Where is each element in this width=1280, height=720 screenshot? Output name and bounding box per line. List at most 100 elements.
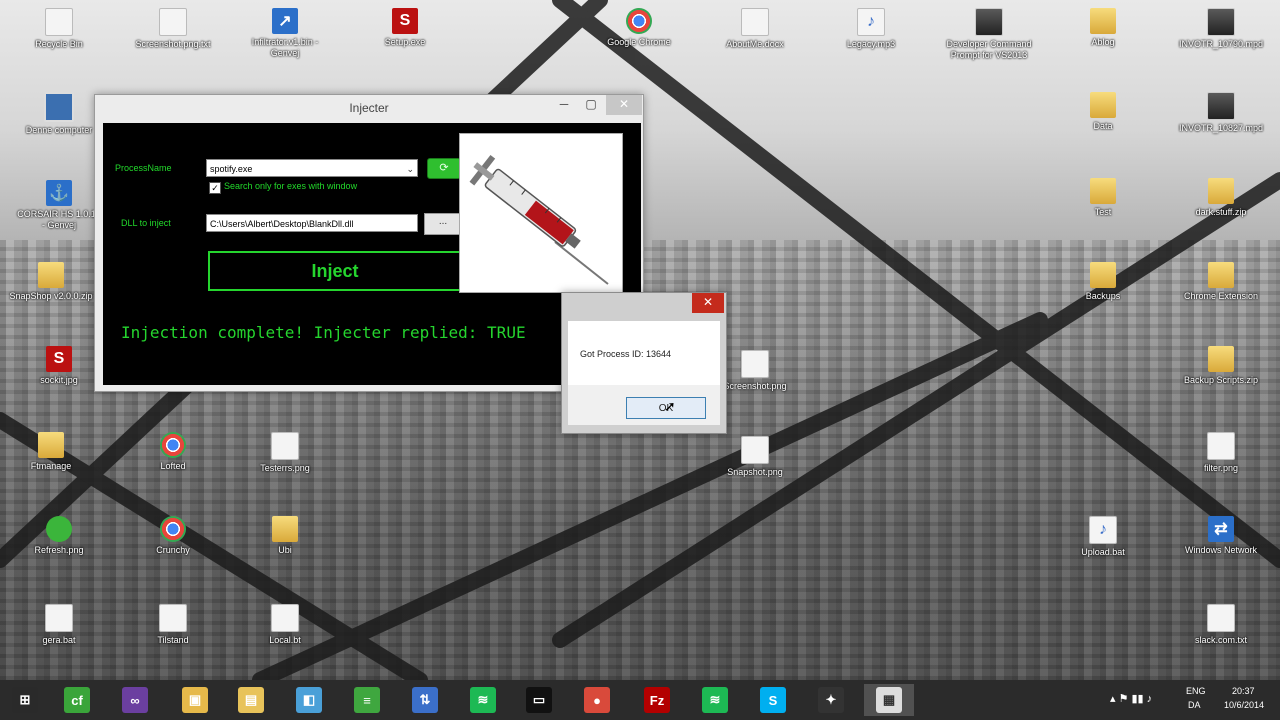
desktop-icon[interactable]: ♪ Upload.bat [1060,516,1146,558]
taskbar-game[interactable]: ✦ [806,684,856,716]
desktop-icon-label: gera.bat [42,635,76,645]
taskbar-cf[interactable]: cf [52,684,102,716]
taskbar-notepad[interactable]: ≡ [342,684,392,716]
taskbar-skype[interactable]: S [748,684,798,716]
desktop-icon-label: INVOTR_10790.mpd [1178,39,1264,49]
desktop-icon[interactable]: Refresh.png [16,516,102,556]
desktop-icon-label: slack.com.txt [1194,635,1247,645]
desktop-icon[interactable]: ↗ Infiltrator.v1.bin - Genvej [242,8,328,59]
desktop-icon[interactable]: Ssockit.jpg [16,346,102,386]
desktop-icon[interactable]: Backup Scripts.zip [1178,346,1264,386]
browse-button[interactable]: ... [424,213,462,235]
desktop-icon[interactable]: ⇄ Windows Network [1178,516,1264,556]
chrome-icon [160,516,186,542]
refresh-process-button[interactable]: ⟳ [427,158,461,179]
taskbar-photo[interactable]: ▣ [170,684,220,716]
desktop-icon-label: Testerrs.png [260,463,310,473]
desktop-icon[interactable]: Ubi [242,516,328,556]
desktop-icon[interactable]: Testerrs.png [242,432,328,474]
desktop-icon[interactable]: SnapShop v2.0.0.zip [8,262,94,302]
desktop-icon[interactable]: INVOTR_10827.mpd [1178,92,1264,134]
tray-time[interactable]: 20:37 [1232,686,1255,696]
desktop-icon[interactable]: Data [1060,92,1146,132]
image-icon [45,604,73,632]
video-icon [1207,8,1235,36]
desktop-icon[interactable]: Tilstand [130,604,216,646]
desktop-icon[interactable]: Screenshot.png.txt [130,8,216,50]
desktop-icon[interactable]: Ftmanage [8,432,94,472]
taskbar-console[interactable]: ▭ [514,684,564,716]
desktop-icon[interactable]: Chrome Extension [1178,262,1264,302]
desktop-icon[interactable]: Recycle Bin [16,8,102,50]
desktop-icon[interactable]: Ablog [1060,8,1146,48]
desktop-icon-label: Windows Network [1184,545,1258,555]
desktop-icon-label: Crunchy [156,545,190,555]
network-tray-icon[interactable]: ▴ ⚑ ▮▮ ♪ [1110,693,1152,705]
desktop-icon-label: Tilstand [157,635,189,645]
desktop-icon-label: dark.stuff.zip [1195,207,1247,217]
injecter-titlebar[interactable]: Injecter ─ ▢ ✕ [95,95,643,121]
desktop-icon[interactable]: Snapshot.png [712,436,798,478]
taskbar-spotify-2[interactable]: ≋ [690,684,740,716]
taskbar-network-icon: ⇅ [412,687,438,713]
dll-path-input[interactable]: C:\Users\Albert\Desktop\BlankDll.dll [206,214,418,232]
video-icon [1207,92,1235,120]
minimize-button[interactable]: ─ [551,95,577,115]
taskbar-network[interactable]: ⇅ [400,684,450,716]
desktop-icon[interactable]: AboutMe.docx [712,8,798,50]
inject-button[interactable]: Inject [208,251,462,291]
desktop-icon[interactable]: S Setup.exe [362,8,448,48]
desktop-icon[interactable]: dark.stuff.zip [1178,178,1264,218]
desktop-icon-label: Backup Scripts.zip [1183,375,1259,385]
desktop-icon[interactable]: Local.bt [242,604,328,646]
zip-icon [1208,178,1234,204]
folder-icon [1090,8,1116,34]
taskbar-paint-icon: ◧ [296,687,322,713]
desktop-icon[interactable]: Lofted [130,432,216,472]
tray-lang-secondary[interactable]: DA [1188,700,1201,710]
desktop-icon[interactable]: INVOTR_10790.mpd [1178,8,1264,50]
taskbar-chrome[interactable]: ● [572,684,622,716]
process-name-value: spotify.exe [210,164,253,174]
taskbar-spotify[interactable]: ≋ [458,684,508,716]
desktop-icon-label: Recycle Bin [35,39,83,49]
dll-label: DLL to inject [121,218,171,228]
desktop-icon[interactable]: ⚓ CORSAIR HS 1.0.10 - Genvej [16,180,102,231]
taskbar-filezilla[interactable]: Fz [632,684,682,716]
taskbar-visual-studio[interactable]: ∞ [110,684,160,716]
folder-icon [1090,262,1116,288]
syringe-icon [469,154,609,285]
desktop-icon-label: Backups [1085,291,1121,301]
tray-lang[interactable]: ENG [1186,686,1206,696]
close-button[interactable]: ✕ [606,95,642,115]
desktop-icon[interactable]: Crunchy [130,516,216,556]
window-only-checkbox[interactable]: ✓ [209,182,221,194]
desktop-icon[interactable]: Backups [1060,262,1146,302]
console-icon [975,8,1003,36]
taskbar-visual-studio-icon: ∞ [122,687,148,713]
desktop-icon[interactable]: filter.png [1178,432,1264,474]
desktop-icon[interactable]: gera.bat [16,604,102,646]
taskbar-explorer[interactable]: ▤ [226,684,276,716]
desktop-icon-label: Screenshot.png.txt [135,39,211,49]
taskbar-paint[interactable]: ◧ [284,684,334,716]
maximize-button[interactable]: ▢ [578,95,604,115]
tray-icons[interactable]: ▴ ⚑ ▮▮ ♪ [1110,692,1152,705]
taskbar-injecter[interactable]: ▦ [864,684,914,716]
desktop-icon[interactable]: Google Chrome [596,8,682,48]
process-name-label: ProcessName [115,163,172,173]
desktop-icon[interactable]: Developer Command Prompt for VS2013 [946,8,1032,61]
desktop-icon[interactable]: Denne computer [16,92,102,136]
desktop-icon-label: Refresh.png [34,545,84,555]
desktop-icon[interactable]: ♪ Legacy.mp3 [828,8,914,50]
tray-date[interactable]: 10/6/2014 [1224,700,1264,710]
desktop-icon[interactable]: slack.com.txt [1178,604,1264,646]
desktop-icon-label: Ubi [278,545,292,555]
message-close-button[interactable]: ✕ [692,293,724,313]
process-name-select[interactable]: spotify.exe ⌄ [206,159,418,177]
red-s-icon: S [46,346,72,372]
desktop-icon[interactable]: Test [1060,178,1146,218]
desktop-icon-label: Test [1094,207,1112,217]
start-button[interactable]: ⊞ [0,684,50,716]
document-icon [159,8,187,36]
